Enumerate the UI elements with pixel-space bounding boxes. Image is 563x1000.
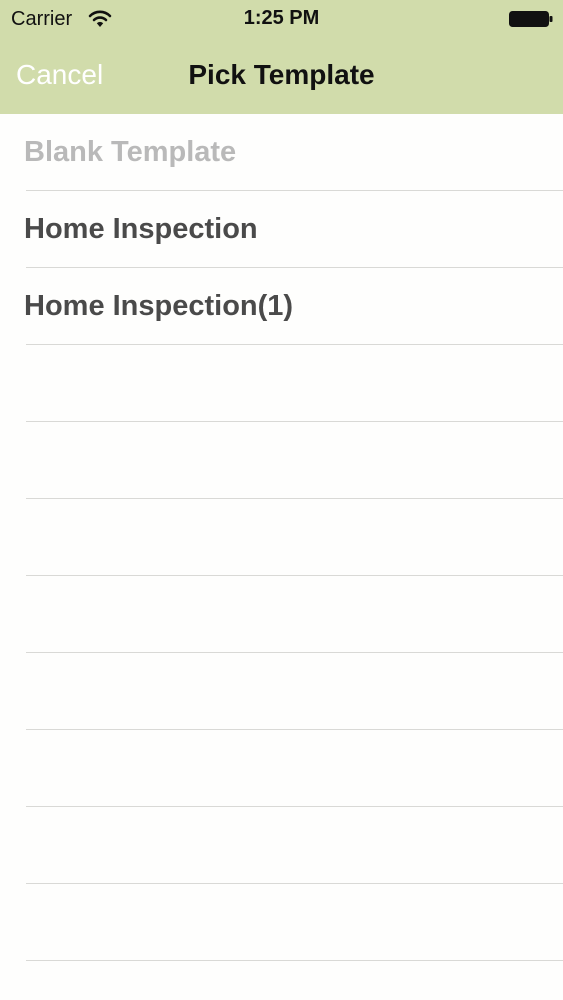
template-list: Blank Template Home Inspection Home Insp… <box>0 114 563 961</box>
empty-row <box>0 884 563 961</box>
status-bar: Carrier 1:25 PM <box>0 0 563 40</box>
battery-icon <box>509 11 553 27</box>
template-row-home-inspection-1[interactable]: Home Inspection(1) <box>0 268 563 345</box>
empty-row <box>0 576 563 653</box>
navigation-bar: Cancel Pick Template <box>0 40 563 114</box>
template-label: Home Inspection(1) <box>24 290 294 322</box>
template-row-blank[interactable]: Blank Template <box>0 114 563 191</box>
template-label: Home Inspection <box>24 213 258 245</box>
empty-row <box>0 807 563 884</box>
template-row-home-inspection[interactable]: Home Inspection <box>0 191 563 268</box>
template-label: Blank Template <box>24 136 237 168</box>
cancel-button[interactable]: Cancel <box>16 59 103 91</box>
clock-time: 1:25 PM <box>243 7 320 29</box>
empty-row <box>0 730 563 807</box>
top-bar: Carrier 1:25 PM Cancel Pick Template <box>0 0 563 114</box>
empty-row <box>0 499 563 576</box>
pick-template-screen: Carrier 1:25 PM Cancel Pick Template Bla… <box>0 0 563 1000</box>
empty-row <box>0 422 563 499</box>
empty-row <box>0 653 563 730</box>
empty-row <box>0 345 563 422</box>
